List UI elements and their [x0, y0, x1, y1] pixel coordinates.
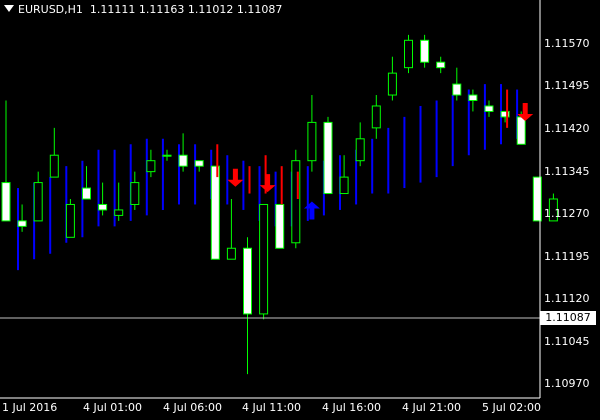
y-axis-label: 1.11120	[544, 292, 590, 305]
symbol-timeframe: EURUSD,H1	[18, 3, 83, 16]
y-axis-label: 1.11195	[544, 250, 590, 263]
y-axis-label: 1.11495	[544, 79, 590, 92]
candle-body	[178, 154, 188, 167]
sell-arrow-icon	[259, 174, 276, 193]
candle-body	[226, 247, 236, 260]
candle-body	[194, 160, 204, 167]
candle-body	[162, 154, 172, 157]
price-chart[interactable]	[0, 0, 600, 420]
candle-body	[452, 83, 462, 96]
candle-body	[484, 105, 494, 112]
candle-body	[275, 203, 285, 249]
candle-body	[114, 209, 124, 216]
x-axis-label: 4 Jul 16:00	[322, 401, 381, 414]
candle-body	[404, 39, 413, 69]
candle-body	[33, 182, 43, 222]
candle-body	[468, 94, 478, 102]
candle-body	[210, 165, 220, 260]
candle-body	[17, 220, 27, 227]
sell-arrow-icon	[227, 168, 244, 187]
y-axis-label: 1.11570	[544, 37, 590, 50]
candle-body	[130, 182, 140, 205]
y-axis-label: 1.11420	[544, 122, 590, 135]
chart-window[interactable]: EURUSD,H1 1.11111 1.11163 1.11012 1.1108…	[0, 0, 600, 420]
candle-body	[339, 176, 349, 195]
x-axis-label: 4 Jul 11:00	[242, 401, 301, 414]
candle-body	[420, 39, 430, 63]
x-axis-label: 4 Jul 01:00	[83, 401, 142, 414]
x-axis-label: 1 Jul 2016	[2, 401, 58, 414]
candle-body	[387, 72, 397, 96]
y-axis-label: 1.11345	[544, 165, 590, 178]
y-axis-label: 1.10970	[544, 377, 590, 390]
y-axis-label: 1.11045	[544, 335, 590, 348]
ohlc-values: 1.11111 1.11163 1.11012 1.11087	[89, 3, 283, 16]
candle-body	[243, 247, 252, 315]
y-axis-label: 1.11270	[544, 207, 590, 220]
candle-body	[307, 121, 317, 162]
candle-body	[146, 160, 156, 173]
candle-body	[371, 105, 381, 129]
candle-body	[65, 203, 75, 238]
candle-body	[323, 121, 333, 195]
candle-body	[355, 138, 365, 162]
candle-body	[49, 154, 59, 178]
chart-header: EURUSD,H1 1.11111 1.11163 1.11012 1.1108…	[4, 2, 282, 18]
candle-body	[516, 116, 526, 145]
x-axis-label: 4 Jul 06:00	[163, 401, 222, 414]
candles-layer	[1, 34, 558, 375]
candle-body	[82, 187, 91, 200]
current-price-tag: 1.11087	[540, 311, 596, 325]
candle-body	[1, 182, 11, 222]
candle-body	[98, 203, 108, 211]
candle-body	[259, 203, 269, 315]
dropdown-triangle-icon[interactable]	[4, 5, 14, 12]
x-axis-label: 4 Jul 21:00	[402, 401, 461, 414]
buy-arrow-icon	[303, 201, 320, 220]
x-axis-label: 5 Jul 02:00	[482, 401, 541, 414]
candle-body	[436, 61, 446, 69]
